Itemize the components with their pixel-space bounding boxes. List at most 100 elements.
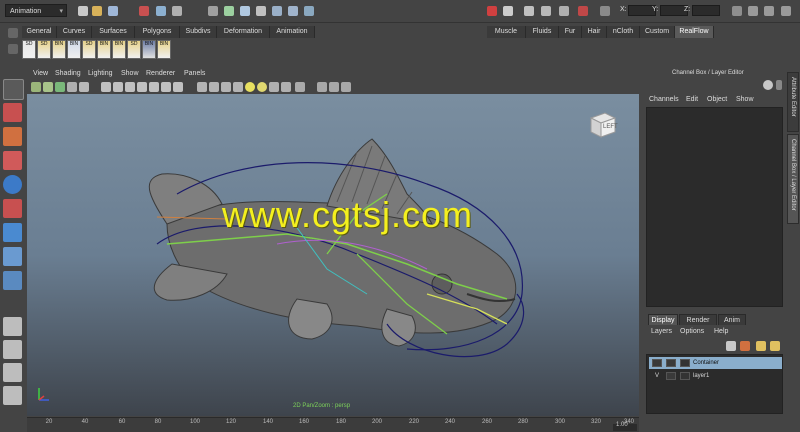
tool-settings-toggle-icon[interactable]	[764, 6, 774, 16]
sidebar-toggle-icon[interactable]	[732, 6, 742, 16]
tab-subdivs[interactable]: Subdivs	[180, 26, 217, 38]
xray-joints-icon[interactable]	[281, 82, 291, 92]
channel-box-toggle-icon[interactable]	[781, 6, 791, 16]
snap-surface-icon[interactable]	[256, 6, 266, 16]
last-tool-icon[interactable]	[3, 271, 22, 290]
resolution-gate-icon[interactable]	[125, 82, 135, 92]
attribute-editor-toggle-icon[interactable]	[748, 6, 758, 16]
menu-panels[interactable]: Panels	[184, 70, 205, 77]
wire-on-shaded-icon[interactable]	[221, 82, 231, 92]
z-field[interactable]	[692, 5, 720, 16]
four-pane-layout-icon[interactable]	[3, 340, 22, 359]
field-chart-icon[interactable]	[149, 82, 159, 92]
snap-grid-icon[interactable]	[208, 6, 218, 16]
menu-view[interactable]: View	[33, 70, 48, 77]
tab-deformation[interactable]: Deformation	[217, 26, 270, 38]
render-settings-icon[interactable]	[487, 6, 497, 16]
rotate-tool-icon[interactable]	[3, 175, 22, 194]
select-component-icon[interactable]	[172, 6, 182, 16]
soft-mod-tool-icon[interactable]	[3, 247, 22, 266]
bookmark-icon[interactable]	[55, 82, 65, 92]
motion-blur-icon[interactable]	[341, 82, 351, 92]
shelf-button[interactable]: SD	[82, 40, 96, 59]
tab-realflow[interactable]: RealFlow	[675, 26, 714, 38]
tab-animation[interactable]: Animation	[270, 26, 315, 38]
film-gate-icon[interactable]	[113, 82, 123, 92]
new-layer-selected-icon[interactable]	[740, 341, 750, 351]
safe-title-icon[interactable]	[173, 82, 183, 92]
time-slider[interactable]: 20 40 60 80 100 120 140 160 180 200 220 …	[27, 417, 639, 432]
shelf-button[interactable]: BIN	[112, 40, 126, 59]
shelf-button[interactable]: SD	[22, 40, 36, 59]
layer-visibility-flag[interactable]: V	[655, 370, 659, 382]
menu-edit[interactable]: Edit	[686, 96, 698, 103]
live-surface-icon[interactable]	[272, 6, 282, 16]
construction-icon[interactable]	[304, 6, 314, 16]
safe-action-icon[interactable]	[161, 82, 171, 92]
shelf-button[interactable]: BIN	[142, 40, 156, 59]
xray-icon[interactable]	[269, 82, 279, 92]
shelf-button[interactable]: SD	[127, 40, 141, 59]
lasso-tool-icon[interactable]	[3, 103, 22, 122]
input-mode-icon[interactable]	[600, 6, 610, 16]
shadows-icon[interactable]	[257, 82, 267, 92]
render-frame-icon[interactable]	[524, 6, 534, 16]
tab-custom[interactable]: Custom	[640, 26, 675, 38]
manipulator-tool-icon[interactable]	[3, 223, 22, 242]
snap-curve-icon[interactable]	[224, 6, 234, 16]
grid-toggle-icon[interactable]	[101, 82, 111, 92]
layer-row-container[interactable]: Container	[649, 357, 782, 369]
menu-help[interactable]: Help	[714, 328, 728, 335]
tab-anim[interactable]: Anim	[718, 314, 746, 325]
shelf-menu-icon[interactable]	[8, 28, 18, 38]
tab-general[interactable]: General	[22, 26, 57, 38]
select-hierarchy-icon[interactable]	[139, 6, 149, 16]
textured-icon[interactable]	[233, 82, 243, 92]
tab-render[interactable]: Render	[679, 314, 717, 325]
isolate-select-icon[interactable]	[295, 82, 305, 92]
menu-lighting[interactable]: Lighting	[88, 70, 113, 77]
layer-row-layer1[interactable]: V layer1	[649, 370, 782, 382]
tab-surfaces[interactable]: Surfaces	[92, 26, 135, 38]
graph-layout-icon[interactable]	[3, 386, 22, 405]
new-scene-icon[interactable]	[78, 6, 88, 16]
ipr-render-icon[interactable]	[541, 6, 551, 16]
tab-ncloth[interactable]: nCloth	[607, 26, 640, 38]
input-field-icon[interactable]	[578, 6, 588, 16]
menu-layers[interactable]: Layers	[651, 328, 672, 335]
paint-select-tool-icon[interactable]	[3, 127, 22, 146]
tab-muscle[interactable]: Muscle	[487, 26, 526, 38]
shelf-button[interactable]: BIN	[97, 40, 111, 59]
tab-curves[interactable]: Curves	[57, 26, 92, 38]
render-globals-icon[interactable]	[559, 6, 569, 16]
menu-shading[interactable]: Shading	[55, 70, 81, 77]
render-view-icon[interactable]	[503, 6, 513, 16]
shelf-button[interactable]: BIN	[52, 40, 66, 59]
channel-box-area[interactable]	[646, 107, 783, 307]
select-object-icon[interactable]	[156, 6, 166, 16]
shelf-button[interactable]: BIN	[67, 40, 81, 59]
camera-attributes-icon[interactable]	[43, 82, 53, 92]
channel-box-mode-icon[interactable]	[763, 80, 773, 90]
shelf-options-icon[interactable]	[8, 44, 18, 54]
gate-mask-icon[interactable]	[137, 82, 147, 92]
ambient-occlusion-icon[interactable]	[329, 82, 339, 92]
save-scene-icon[interactable]	[108, 6, 118, 16]
high-quality-icon[interactable]	[317, 82, 327, 92]
menu-renderer[interactable]: Renderer	[146, 70, 175, 77]
tab-polygons[interactable]: Polygons	[135, 26, 180, 38]
menu-show[interactable]: Show	[121, 70, 139, 77]
wireframe-icon[interactable]	[197, 82, 207, 92]
menu-options[interactable]: Options	[680, 328, 704, 335]
camera-select-icon[interactable]	[31, 82, 41, 92]
menu-channels[interactable]: Channels	[649, 96, 679, 103]
open-scene-icon[interactable]	[92, 6, 102, 16]
select-tool-icon[interactable]	[3, 79, 24, 100]
outliner-layout-icon[interactable]	[3, 363, 22, 382]
fish-rig-model[interactable]	[27, 94, 639, 416]
menu-set-select[interactable]: Animation ▾	[5, 4, 67, 17]
view-2d-pan-icon[interactable]	[79, 82, 89, 92]
visibility-toggle[interactable]	[652, 359, 662, 367]
tab-fluids[interactable]: Fluids	[526, 26, 559, 38]
history-icon[interactable]	[288, 6, 298, 16]
